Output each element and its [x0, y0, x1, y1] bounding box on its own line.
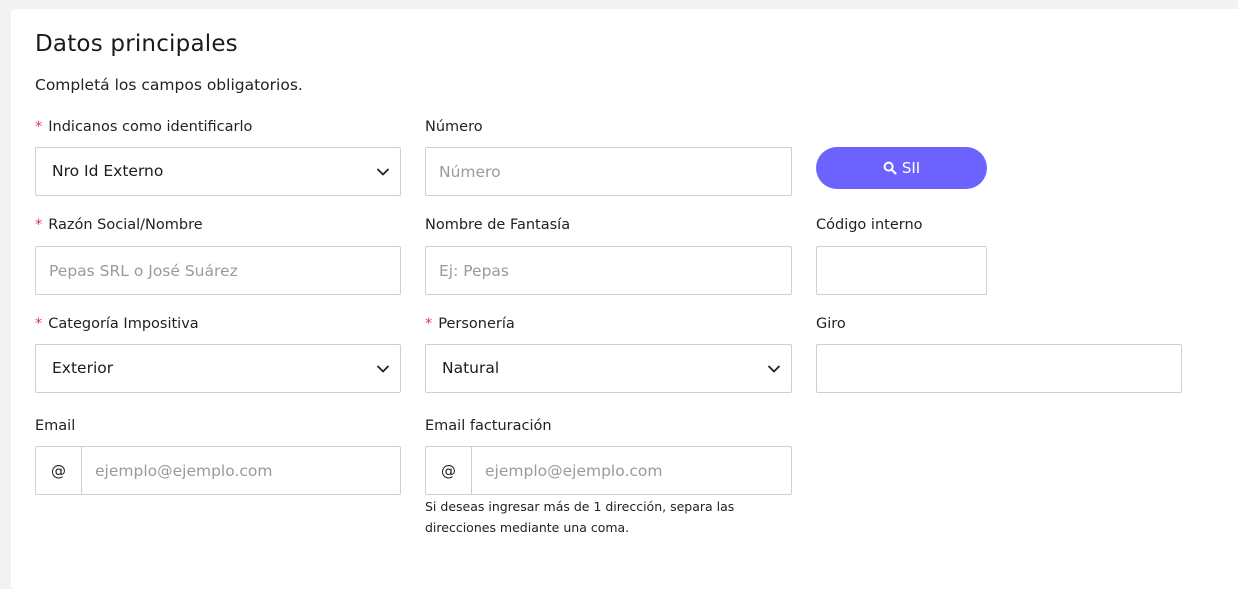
- tax-category-label-text: Categoría Impositiva: [48, 316, 199, 332]
- required-asterisk: *: [35, 316, 43, 332]
- email-at-addon: @: [36, 447, 82, 494]
- identifier-select[interactable]: Nro Id Externo: [35, 147, 401, 196]
- tax-category-label: * Categoría Impositiva: [35, 316, 199, 332]
- giro-label: Giro: [816, 316, 846, 332]
- billing-email-field: @: [425, 446, 792, 495]
- person-type-label-text: Personería: [438, 316, 515, 332]
- billing-email-at-addon: @: [426, 447, 472, 494]
- person-type-select-value: Natural: [442, 359, 500, 377]
- business-name-input[interactable]: [36, 247, 400, 294]
- sii-button-label: SII: [901, 159, 921, 177]
- section-title: Datos principales: [35, 31, 238, 57]
- identifier-label: * Indicanos como identificarlo: [35, 119, 252, 135]
- required-asterisk: *: [35, 119, 43, 135]
- section-subtitle: Completá los campos obligatorios.: [35, 76, 303, 94]
- email-label: Email: [35, 418, 76, 434]
- billing-email-hint: Si deseas ingresar más de 1 dirección, s…: [425, 499, 735, 535]
- required-asterisk: *: [425, 316, 433, 332]
- chevron-down-icon: [768, 365, 780, 373]
- sii-search-button[interactable]: SII: [816, 147, 987, 189]
- number-field: [425, 147, 792, 196]
- trade-name-field: [425, 246, 792, 295]
- required-asterisk: *: [35, 217, 43, 233]
- internal-code-input[interactable]: [817, 247, 986, 294]
- person-type-label: * Personería: [425, 316, 515, 332]
- chevron-down-icon: [377, 168, 389, 176]
- person-type-select[interactable]: Natural: [425, 344, 792, 393]
- billing-email-input[interactable]: [472, 447, 791, 494]
- internal-code-label: Código interno: [816, 217, 923, 233]
- trade-name-input[interactable]: [426, 247, 791, 294]
- chevron-down-icon: [377, 365, 389, 373]
- internal-code-field: [816, 246, 987, 295]
- billing-email-label: Email facturación: [425, 418, 552, 434]
- trade-name-label: Nombre de Fantasía: [425, 217, 571, 233]
- business-name-label: * Razón Social/Nombre: [35, 217, 203, 233]
- tax-category-select[interactable]: Exterior: [35, 344, 401, 393]
- giro-field: [816, 344, 1182, 393]
- giro-input[interactable]: [817, 345, 1181, 392]
- identifier-label-text: Indicanos como identificarlo: [48, 119, 253, 135]
- identifier-select-value: Nro Id Externo: [52, 162, 164, 180]
- business-name-field: [35, 246, 401, 295]
- number-label: Número: [425, 119, 483, 135]
- search-icon: [883, 161, 897, 175]
- business-name-label-text: Razón Social/Nombre: [48, 217, 203, 233]
- email-input[interactable]: [82, 447, 400, 494]
- number-input[interactable]: [426, 148, 791, 195]
- tax-category-select-value: Exterior: [52, 359, 114, 377]
- email-field: @: [35, 446, 401, 495]
